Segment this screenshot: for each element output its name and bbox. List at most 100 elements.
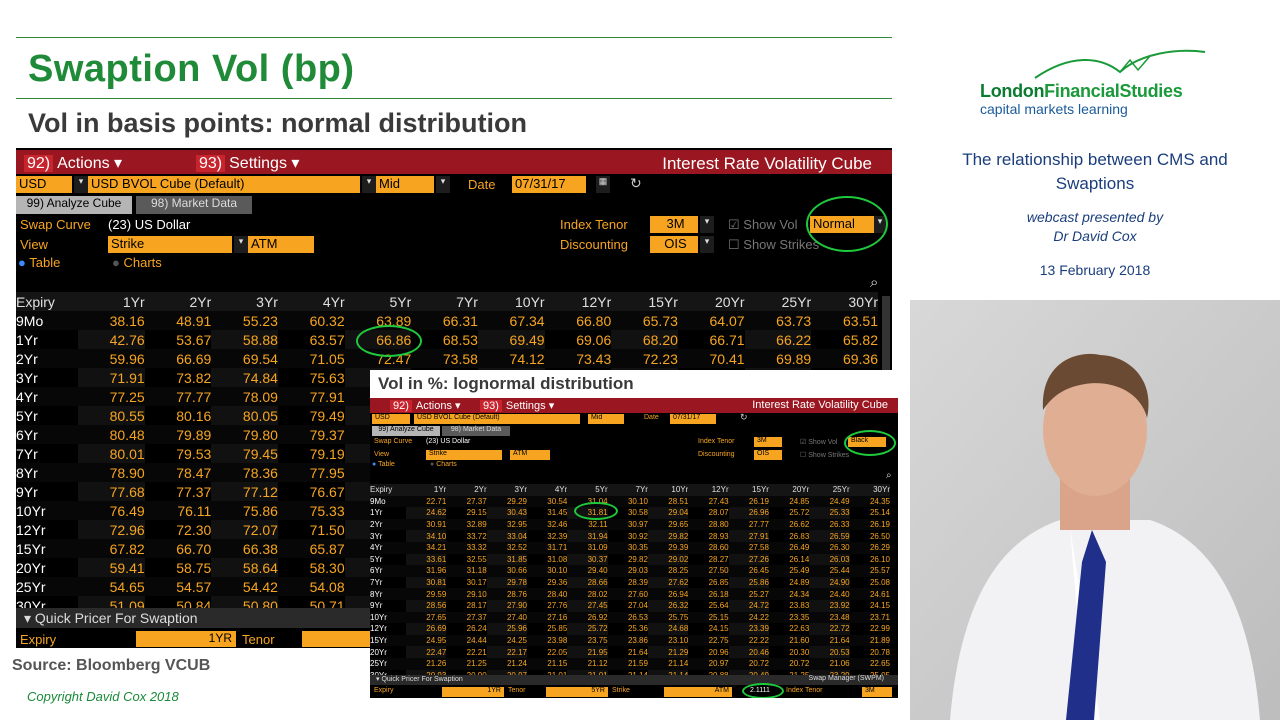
column-header[interactable]: 1Yr [78, 292, 145, 311]
vol-cell[interactable]: 33.04 [486, 530, 527, 542]
vol-cell[interactable]: 23.92 [809, 599, 850, 612]
vol-cell[interactable]: 30.81 [406, 576, 447, 589]
vol-cell[interactable]: 48.91 [144, 311, 212, 330]
vol-cell[interactable]: 21.95 [567, 646, 608, 658]
vol-cell[interactable]: 53.67 [145, 330, 211, 349]
discounting-dropdown-icon[interactable]: ▾ [700, 236, 714, 253]
inset-qp-expiry-field[interactable]: 1YR [442, 687, 504, 697]
vol-cell[interactable]: 70.41 [677, 349, 745, 368]
column-header[interactable]: 4Yr [526, 484, 568, 496]
calendar-icon[interactable]: ▦ [596, 176, 610, 193]
vol-cell[interactable]: 75.86 [211, 501, 278, 520]
vol-cell[interactable]: 34.10 [406, 530, 447, 542]
vol-cell[interactable]: 59.96 [78, 349, 145, 368]
vol-cell[interactable]: 29.59 [406, 588, 447, 600]
column-header[interactable]: 12Yr [688, 484, 729, 496]
side-dropdown-icon[interactable]: ▾ [436, 176, 450, 193]
vol-cell[interactable]: 73.58 [411, 349, 478, 368]
vol-cell[interactable]: 28.56 [406, 599, 447, 612]
vol-cell[interactable]: 21.24 [486, 657, 527, 670]
vol-cell[interactable]: 26.19 [849, 518, 890, 531]
vol-cell[interactable]: 26.92 [567, 611, 608, 624]
vol-cell[interactable]: 80.55 [78, 406, 145, 425]
vol-cell[interactable]: 31.71 [526, 541, 568, 554]
vol-cell[interactable]: 22.99 [850, 623, 890, 635]
vol-cell[interactable]: 22.63 [769, 623, 809, 635]
vol-cell[interactable]: 20.97 [688, 657, 729, 670]
vol-cell[interactable]: 32.55 [446, 554, 487, 566]
vol-cell[interactable]: 67.82 [78, 539, 145, 558]
vol-cell[interactable]: 65.82 [811, 330, 878, 349]
side-field[interactable]: Mid [376, 176, 434, 193]
vol-cell[interactable]: 25.27 [728, 588, 769, 600]
inset-table-radio[interactable]: ● Table [372, 461, 395, 468]
vol-cell[interactable]: 26.62 [768, 518, 810, 531]
vol-cell[interactable]: 21.25 [446, 657, 487, 670]
vol-cell[interactable]: 23.98 [526, 634, 568, 647]
view-atm-field[interactable]: ATM [248, 236, 314, 253]
vol-cell[interactable]: 29.82 [647, 530, 689, 542]
currency-dropdown-icon[interactable]: ▾ [74, 176, 88, 193]
vol-cell[interactable]: 23.83 [769, 600, 809, 612]
vol-cell[interactable]: 22.47 [406, 646, 447, 658]
vol-cell[interactable]: 28.51 [647, 495, 689, 508]
vol-cell[interactable]: 28.80 [688, 518, 729, 531]
vol-cell[interactable]: 24.15 [688, 623, 729, 635]
vol-cell[interactable]: 65.73 [611, 311, 678, 330]
vol-cell[interactable]: 27.90 [486, 599, 527, 612]
cube-field[interactable]: USD BVOL Cube (Default) [88, 176, 360, 193]
vol-cell[interactable]: 27.45 [567, 599, 608, 612]
vol-cell[interactable]: 29.39 [647, 541, 689, 554]
vol-cell[interactable]: 31.09 [567, 541, 608, 554]
vol-cell[interactable]: 29.82 [608, 554, 648, 566]
vol-cell[interactable]: 26.18 [688, 588, 729, 600]
quick-pricer-header[interactable]: ▾ Quick Pricer For Swaption [16, 608, 370, 628]
vol-cell[interactable]: 76.11 [144, 501, 212, 520]
vol-cell[interactable]: 79.80 [211, 425, 278, 444]
vol-cell[interactable]: 21.06 [809, 657, 850, 670]
inset-index-tenor-field[interactable]: 3M [754, 437, 782, 447]
vol-cell[interactable]: 26.29 [849, 541, 890, 554]
vol-cell[interactable]: 20.72 [768, 657, 810, 670]
vol-cell[interactable]: 25.15 [688, 611, 729, 624]
vol-cell[interactable]: 77.77 [144, 387, 212, 406]
vol-cell[interactable]: 22.71 [406, 495, 447, 508]
vol-cell[interactable]: 20.53 [809, 646, 850, 658]
column-header[interactable]: 20Yr [768, 484, 810, 496]
vol-cell[interactable]: 26.69 [406, 623, 447, 635]
vol-cell[interactable]: 27.37 [446, 495, 487, 508]
vol-cell[interactable]: 21.14 [647, 657, 689, 670]
vol-cell[interactable]: 79.53 [145, 444, 211, 463]
vol-cell[interactable]: 77.91 [277, 387, 345, 406]
inset-view-atm-field[interactable]: ATM [510, 450, 550, 460]
vol-cell[interactable]: 80.48 [78, 425, 145, 444]
inset-charts-radio[interactable]: ● Charts [430, 461, 457, 468]
vol-cell[interactable]: 28.25 [647, 565, 689, 577]
vol-cell[interactable]: 78.36 [211, 463, 278, 482]
vol-cell[interactable]: 77.95 [277, 463, 345, 482]
vol-cell[interactable]: 29.78 [486, 576, 527, 589]
vol-cell[interactable]: 28.60 [688, 541, 729, 554]
vol-cell[interactable]: 27.91 [728, 530, 769, 542]
vol-cell[interactable]: 69.49 [477, 330, 545, 349]
vol-cell[interactable]: 27.26 [728, 553, 769, 566]
vol-cell[interactable]: 42.76 [78, 330, 145, 349]
inset-swap-manager-link[interactable]: Swap Manager (SWPM) [809, 675, 884, 682]
vol-cell[interactable]: 24.89 [769, 577, 809, 589]
vol-cell[interactable]: 26.94 [647, 588, 689, 600]
index-tenor-dropdown-icon[interactable]: ▾ [700, 216, 714, 233]
vol-cell[interactable]: 78.09 [211, 387, 278, 406]
vol-cell[interactable]: 79.19 [278, 444, 345, 463]
vol-cell[interactable]: 31.45 [527, 507, 567, 519]
vol-cell[interactable]: 29.03 [607, 565, 648, 577]
column-header[interactable]: 25Yr [744, 292, 812, 311]
vol-cell[interactable]: 74.12 [477, 349, 545, 368]
vol-cell[interactable]: 72.07 [211, 520, 278, 539]
vol-cell[interactable]: 27.65 [406, 611, 447, 624]
index-tenor-field[interactable]: 3M [650, 216, 698, 233]
vol-cell[interactable]: 25.08 [850, 577, 890, 589]
vol-cell[interactable]: 59.41 [78, 558, 145, 577]
vol-cell[interactable]: 26.53 [607, 611, 648, 624]
vol-cell[interactable]: 69.89 [744, 349, 812, 368]
vol-cell[interactable]: 30.35 [607, 541, 648, 554]
